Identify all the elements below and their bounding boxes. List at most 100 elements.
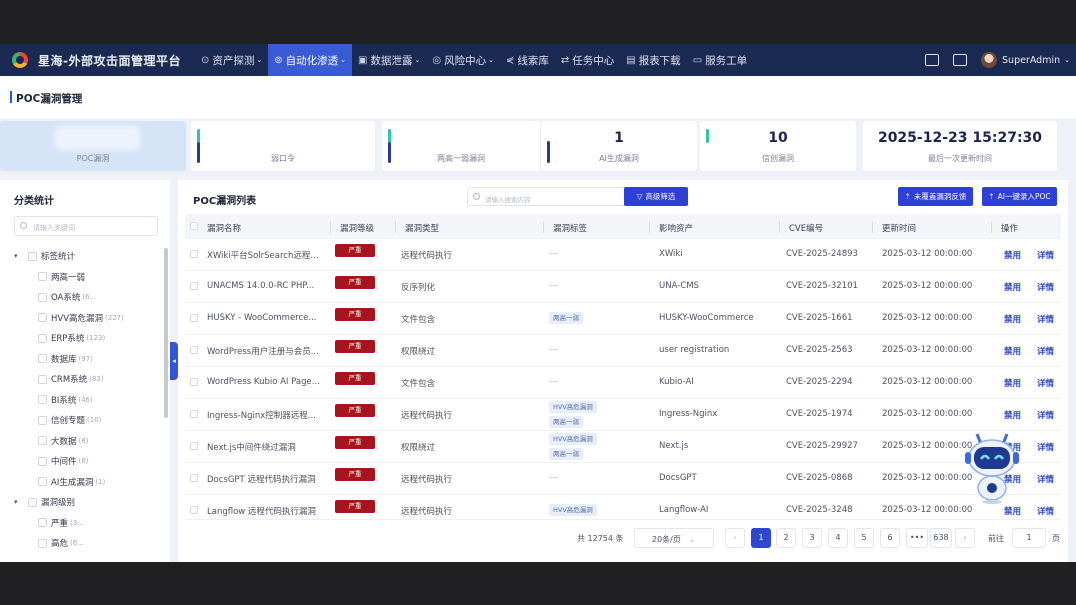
nav-item-3[interactable]: ◎ 风险中心 ⌄ [426,44,500,76]
table-row[interactable]: XWiki平台SolrSearch远程... 严重 远程代码执行 --- XWiki CV… [185,239,1061,271]
tree-item[interactable]: 两高一弱 [14,267,164,288]
disable-button[interactable]: 禁用 [1004,313,1021,325]
tree-checkbox[interactable] [38,518,47,528]
stat-card-weak-password[interactable]: 弱口令 [191,121,375,171]
stat-card-two-high[interactable]: 两高一弱漏洞 [382,121,540,171]
message-icon[interactable] [925,54,940,66]
tree-item[interactable]: ERP系统 (123) [14,328,164,349]
tree-checkbox[interactable] [38,477,47,487]
tree-item[interactable]: 数据库 (97) [14,349,164,370]
tree-item[interactable]: ▾ 标签统计 [14,246,164,267]
nav-item-6[interactable]: ▤ 报表下载 [620,44,686,76]
page-number-button[interactable]: 5 [854,528,874,548]
page-number-button[interactable]: 3 [802,528,822,548]
page-size-select[interactable]: 20条/页 ⌄ [634,528,714,548]
vuln-name[interactable]: Next.js中间件绕过漏洞 [207,441,296,453]
tree-checkbox[interactable] [38,313,47,323]
tree-item[interactable]: 大数据 (8) [14,431,164,452]
table-row[interactable]: UNACMS 14.0.0-RC PHP... 严重 反序列化 --- UNA-CMS C… [185,271,1061,303]
vuln-name[interactable]: Langflow 远程代码执行漏洞 [207,505,316,517]
vuln-name[interactable]: HUSKY - WooCommerce... [207,313,317,323]
detail-button[interactable]: 详情 [1037,441,1054,453]
tree-item[interactable]: AI生成漏洞 (1) [14,472,164,493]
disable-button[interactable]: 禁用 [1004,249,1021,261]
tree-checkbox[interactable] [28,497,37,507]
tree-checkbox[interactable] [38,272,47,282]
detail-button[interactable]: 详情 [1037,345,1054,357]
row-checkbox[interactable] [190,506,198,514]
vuln-name[interactable]: WordPress Kubio AI Page... [207,377,320,387]
tree-checkbox[interactable] [38,538,47,548]
detail-button[interactable]: 详情 [1037,249,1054,261]
stat-card-xinchuang[interactable]: 10 信创漏洞 [700,121,856,171]
table-row[interactable]: WordPress用户注册与会员... 严重 权限绕过 --- user registr… [185,335,1061,367]
advanced-filter-button[interactable]: ▽ 高级筛选 [624,187,688,206]
table-row[interactable]: Langflow 远程代码执行漏洞 严重 远程代码执行 HVV高危漏洞 Langflow… [185,495,1061,520]
table-row[interactable]: WordPress Kubio AI Page... 严重 文件包含 --- Kubio… [185,367,1061,399]
page-number-button[interactable]: 638 [930,528,952,548]
tree-checkbox[interactable] [38,456,47,466]
disable-button[interactable]: 禁用 [1004,281,1021,293]
tree-checkbox[interactable] [38,395,47,405]
tree-checkbox[interactable] [38,292,47,302]
vuln-name[interactable]: WordPress用户注册与会员... [207,345,319,357]
expand-toggle-icon[interactable]: ▾ [14,252,24,260]
tree-checkbox[interactable] [38,333,47,343]
detail-button[interactable]: 详情 [1037,313,1054,325]
stat-card-poc[interactable]: POC漏洞 [0,121,186,171]
goto-page-input[interactable]: 1 [1012,528,1046,548]
nav-item-4[interactable]: ⋞ 线索库 [500,44,555,76]
vuln-name[interactable]: UNACMS 14.0.0-RC PHP... [207,281,314,291]
page-number-button[interactable]: 4 [828,528,848,548]
page-number-button[interactable]: 6 [880,528,900,548]
row-checkbox[interactable] [190,250,198,258]
tree-checkbox[interactable] [38,374,47,384]
tree-item[interactable]: 中间件 (6) [14,451,164,472]
sidebar-search-input[interactable]: 请输入关键词 [14,216,158,236]
detail-button[interactable]: 详情 [1037,473,1054,485]
disable-button[interactable]: 禁用 [1004,345,1021,357]
table-row[interactable]: Next.js中间件绕过漏洞 严重 权限绕过 HVV高危漏洞 两高一弱 Next.js CV… [185,431,1061,463]
tree-item[interactable]: ▾ 漏洞级别 [14,492,164,513]
select-all-checkbox[interactable] [190,222,198,230]
feedback-button[interactable]: ⇡ 未覆盖漏洞反馈 [898,187,973,206]
tree-item[interactable]: BI系统 (46) [14,390,164,411]
page-number-button[interactable]: 1 [751,528,771,548]
screen-icon[interactable] [953,54,968,66]
tree-item[interactable]: 高危 (6... [14,533,164,554]
page-number-button[interactable]: ••• [906,528,928,548]
ai-assistant-robot-icon[interactable] [963,432,1021,504]
tree-checkbox[interactable] [38,436,47,446]
row-checkbox[interactable] [190,282,198,290]
row-checkbox[interactable] [190,442,198,450]
chevron-down-icon[interactable]: ⌄ [1064,56,1070,64]
tree-checkbox[interactable] [28,251,37,261]
nav-item-7[interactable]: ▭ 服务工单 [687,44,753,76]
tree-item[interactable]: OA系统 (6... [14,287,164,308]
ai-import-poc-button[interactable]: ⇡ AI一键录入POC [982,187,1057,206]
row-checkbox[interactable] [190,378,198,386]
nav-item-2[interactable]: ▣ 数据泄露 ⌄ [352,44,426,76]
nav-item-1[interactable]: ⊚ 自动化渗透 ⌄ [268,44,353,76]
page-number-button[interactable]: 2 [776,528,796,548]
expand-toggle-icon[interactable]: ▾ [14,498,24,506]
nav-item-5[interactable]: ⇄ 任务中心 [555,44,620,76]
user-name[interactable]: SuperAdmin [1002,55,1060,66]
list-search-input[interactable]: 请输入搜索内容 [467,187,625,206]
stat-card-ai[interactable]: 1 AI生成漏洞 [541,121,697,171]
vuln-name[interactable]: DocsGPT 远程代码执行漏洞 [207,473,315,485]
tree-checkbox[interactable] [38,415,47,425]
disable-button[interactable]: 禁用 [1004,377,1021,389]
detail-button[interactable]: 详情 [1037,281,1054,293]
prev-page-icon[interactable]: ‹ [725,528,745,548]
collapse-sidebar-button[interactable]: ◂ [170,342,178,380]
vuln-name[interactable]: Ingress-Nginx控制器远程... [207,409,316,421]
tree-item[interactable]: 严重 (3... [14,513,164,534]
avatar[interactable] [981,52,998,68]
tree-item[interactable]: 信创专题 (10) [14,410,164,431]
next-page-icon[interactable]: › [955,528,975,548]
table-row[interactable]: HUSKY - WooCommerce... 严重 文件包含 两高一弱 HUSKY-Wo… [185,303,1061,335]
disable-button[interactable]: 禁用 [1004,409,1021,421]
disable-button[interactable]: 禁用 [1004,505,1021,517]
row-checkbox[interactable] [190,410,198,418]
